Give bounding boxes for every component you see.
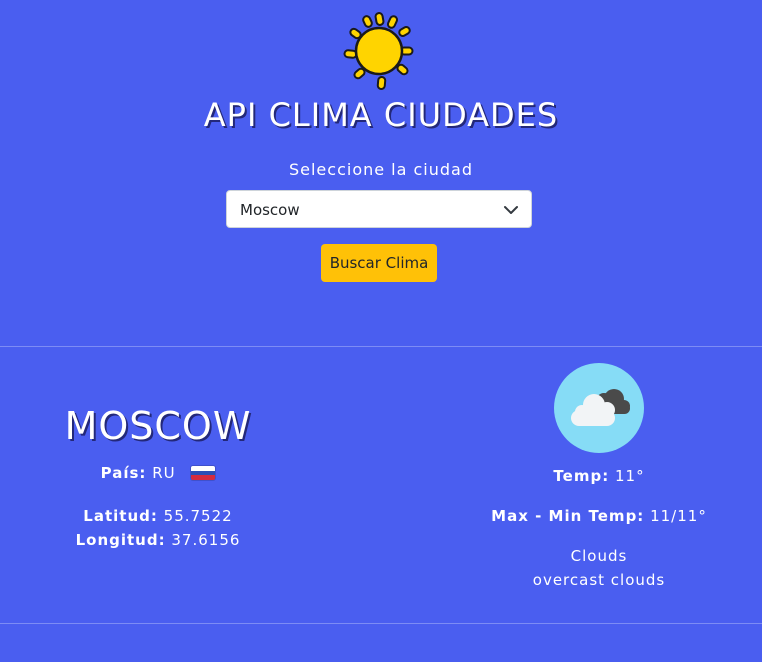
country-code: RU bbox=[152, 464, 176, 482]
latitude-value: 55.7522 bbox=[163, 507, 233, 525]
app-title: API CLIMA CIUDADES bbox=[203, 96, 559, 134]
city-select-value: Moscow bbox=[240, 201, 300, 219]
longitude-value: 37.6156 bbox=[171, 531, 241, 549]
country-label: País: bbox=[100, 464, 147, 482]
minmax-temp-label: Max - Min Temp: bbox=[491, 507, 645, 525]
divider-bottom bbox=[0, 623, 762, 624]
minmax-temp-row: Max - Min Temp: 11/11° bbox=[440, 507, 758, 525]
weather-description: overcast clouds bbox=[532, 571, 666, 589]
minmax-temp-value: 11/11° bbox=[650, 507, 707, 525]
weather-main: Clouds bbox=[570, 547, 628, 565]
header-section: API CLIMA CIUDADES Seleccione la ciudad … bbox=[0, 0, 762, 300]
latitude-row: Latitud: 55.7522 bbox=[0, 507, 316, 525]
city-select-label: Seleccione la ciudad bbox=[288, 160, 474, 179]
latitude-label: Latitud: bbox=[83, 507, 158, 525]
chevron-down-icon bbox=[504, 206, 518, 214]
sun-icon bbox=[343, 12, 414, 90]
temperature-value: 11° bbox=[614, 467, 645, 485]
longitude-label: Longitud: bbox=[75, 531, 166, 549]
cloud-icon bbox=[571, 389, 630, 426]
temperature-label: Temp: bbox=[553, 467, 610, 485]
longitude-row: Longitud: 37.6156 bbox=[0, 531, 316, 549]
russia-flag-icon bbox=[191, 466, 216, 480]
city-select[interactable]: Moscow bbox=[226, 190, 532, 228]
temperature-row: Temp: 11° bbox=[440, 467, 758, 485]
city-name: MOSCOW bbox=[64, 404, 252, 448]
weather-icon-badge bbox=[554, 363, 644, 453]
search-weather-button[interactable]: Buscar Clima bbox=[321, 244, 437, 282]
divider-top bbox=[0, 346, 762, 347]
country-row: País: RU bbox=[0, 464, 316, 482]
